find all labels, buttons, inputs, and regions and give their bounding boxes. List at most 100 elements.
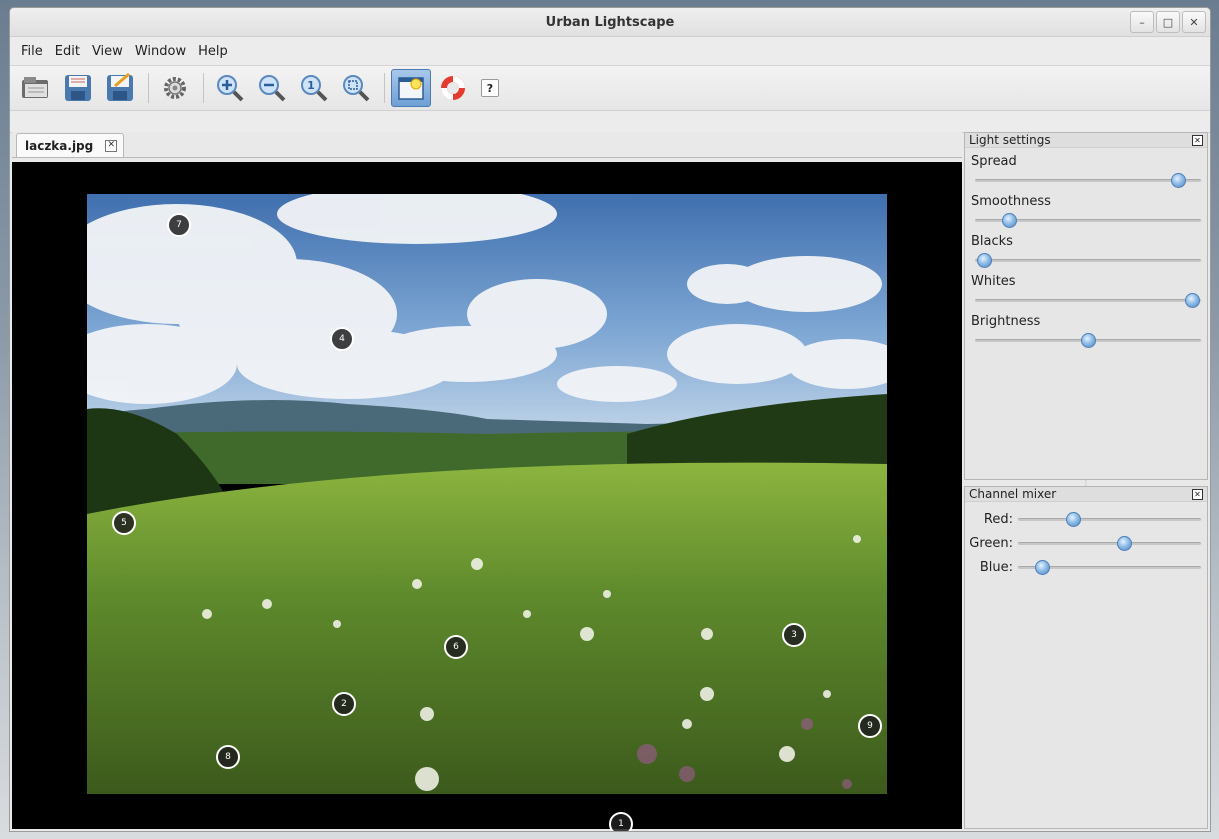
slider-handle[interactable] [1117,536,1133,551]
control-point-marker[interactable]: 9 [858,714,882,738]
channel-mixer-panel: Channel mixer ✕ Red: Green: Blue: [964,486,1208,829]
zoom-fit-button[interactable] [336,69,376,107]
slider-handle[interactable] [1184,293,1200,308]
blue-channel-row: Blue: [965,555,1207,579]
document-area: laczka.jpg ✕ 1 2 3 4 5 6 7 8 9 [12,132,962,831]
slider-handle[interactable] [1171,173,1187,188]
panel-close-icon[interactable]: ✕ [1192,489,1203,500]
secondary-toolbar-strip [10,111,1210,133]
document-tab-bar: laczka.jpg ✕ [12,132,962,158]
open-icon [22,77,48,98]
menu-window[interactable]: Window [130,40,191,63]
marker-label: 1 [618,819,624,829]
lifebuoy-button[interactable] [433,69,473,107]
marker-label: 9 [867,721,873,731]
menu-file[interactable]: File [16,40,48,63]
document-tab[interactable]: laczka.jpg ✕ [16,133,125,157]
close-icon: ✕ [1189,15,1199,29]
control-point-marker[interactable]: 3 [782,623,806,647]
photo[interactable] [87,194,887,794]
save-icon [65,75,91,101]
slider-label: Brightness [971,314,1041,329]
control-point-marker[interactable]: 4 [330,327,354,351]
mixer-label: Green: [969,535,1013,551]
settings-button[interactable] [155,69,195,107]
light-settings-panel: Light settings ✕ Spread Smoothness Black… [964,132,1208,480]
zoom-fit-icon [343,75,370,102]
help-button[interactable]: ? [481,79,499,97]
close-button[interactable]: ✕ [1182,11,1206,33]
save-button[interactable] [58,69,98,107]
channel-mixer-title: Channel mixer [965,487,1207,502]
save-as-button[interactable] [100,69,140,107]
brightness-slider[interactable] [975,333,1201,348]
zoom-original-icon: 1 [301,75,328,102]
green-channel-row: Green: [965,531,1207,555]
zoom-out-icon [259,75,286,102]
green-slider[interactable] [1018,536,1201,551]
blue-slider[interactable] [1018,560,1201,575]
control-point-marker[interactable]: 1 [609,812,633,831]
minimize-icon: – [1139,15,1145,29]
marker-label: 8 [225,752,231,762]
zoom-in-icon [217,75,244,102]
panel-close-icon[interactable]: ✕ [1192,135,1203,146]
settings-icon [164,77,186,99]
menu-help[interactable]: Help [193,40,233,63]
control-point-marker[interactable]: 8 [216,745,240,769]
menu-view[interactable]: View [87,40,128,63]
maximize-button[interactable]: □ [1156,11,1180,33]
marker-label: 2 [341,699,347,709]
smoothness-slider-row: Smoothness [965,188,1207,228]
slider-handle[interactable] [1081,333,1096,348]
spread-slider-row: Spread [965,148,1207,188]
marker-label: 3 [791,630,797,640]
zoom-original-button[interactable]: 1 [294,69,334,107]
zoom-in-button[interactable] [210,69,250,107]
slider-handle[interactable] [977,253,993,268]
toolbar-separator [384,73,385,103]
marker-label: 5 [121,518,127,528]
slider-handle[interactable] [1001,213,1017,228]
whites-slider[interactable] [975,293,1201,308]
mixer-label: Red: [983,511,1013,527]
light-settings-title: Light settings [965,133,1207,148]
zoom-out-button[interactable] [252,69,292,107]
whites-slider-row: Whites [965,268,1207,308]
menu-edit[interactable]: Edit [50,40,85,63]
control-point-marker[interactable]: 6 [444,635,468,659]
control-point-marker[interactable]: 5 [112,511,136,535]
brightness-slider-row: Brightness [965,308,1207,348]
light-icon [398,77,424,100]
svg-text:1: 1 [307,79,315,92]
maximize-icon: □ [1162,15,1174,29]
side-dock: Light settings ✕ Spread Smoothness Black… [964,132,1208,829]
image-canvas[interactable]: 1 2 3 4 5 6 7 8 9 [12,162,962,831]
app-window: Urban Lightscape – □ ✕ File Edit View Wi… [9,7,1211,832]
spread-slider[interactable] [975,173,1201,188]
menu-bar: File Edit View Window Help [10,37,1210,65]
control-point-marker[interactable]: 2 [332,692,356,716]
slider-label: Smoothness [971,194,1051,209]
red-slider[interactable] [1018,512,1201,527]
open-button[interactable] [16,69,56,107]
marker-label: 4 [339,334,345,344]
light-button[interactable] [391,69,431,107]
red-channel-row: Red: [965,507,1207,531]
toolbar-separator [203,73,204,103]
minimize-button[interactable]: – [1130,11,1154,33]
slider-handle[interactable] [1034,560,1050,575]
control-point-marker[interactable]: 7 [167,213,191,237]
window-title: Urban Lightscape [545,14,675,30]
lifebuoy-icon [441,76,465,100]
slider-label: Whites [971,274,1016,289]
document-tab-label: laczka.jpg [25,138,94,153]
blacks-slider[interactable] [975,253,1201,268]
tab-close-icon[interactable]: ✕ [105,139,118,152]
title-bar[interactable]: Urban Lightscape – □ ✕ [10,8,1210,37]
slider-label: Spread [971,154,1017,169]
toolbar-separator [148,73,149,103]
smoothness-slider[interactable] [975,213,1201,228]
slider-handle[interactable] [1065,512,1081,527]
blacks-slider-row: Blacks [965,228,1207,268]
